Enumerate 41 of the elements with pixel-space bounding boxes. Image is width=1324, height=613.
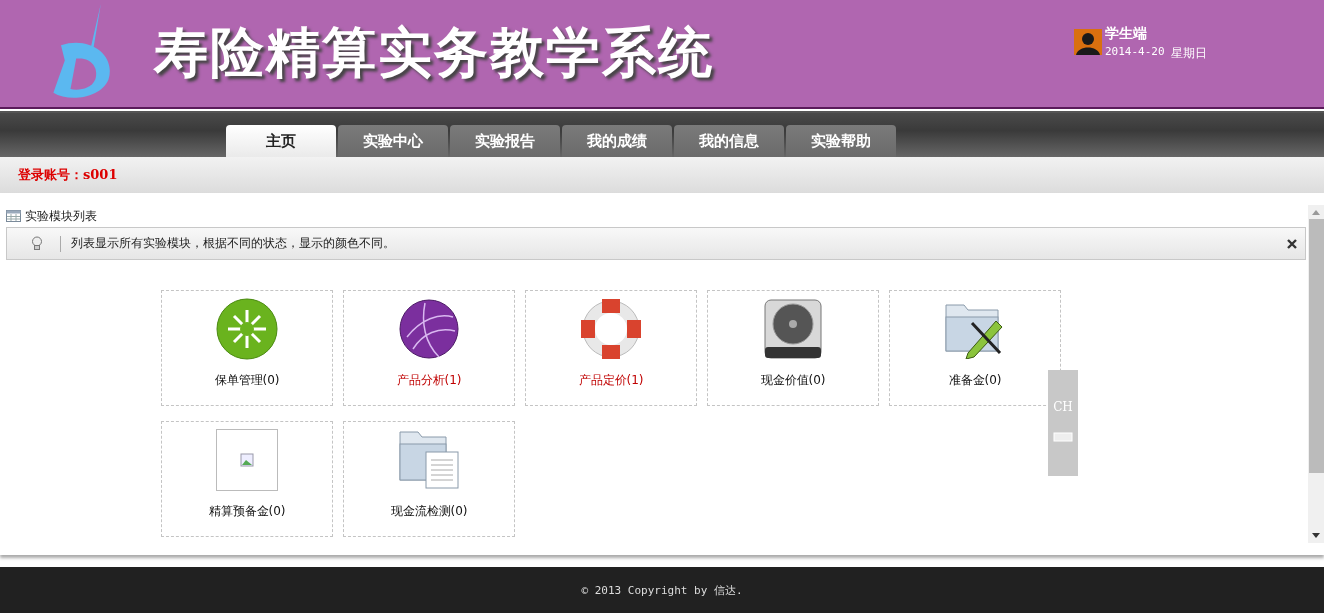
globe-orb-icon: [399, 299, 459, 359]
panel-title: 实验模块列表: [25, 207, 97, 225]
keyboard-icon[interactable]: [1053, 430, 1073, 442]
nav-tab[interactable]: 实验帮助: [786, 125, 896, 157]
nav-tab[interactable]: 实验中心: [338, 125, 448, 157]
module-label: 保单管理(0): [214, 372, 280, 389]
module-tile[interactable]: 产品定价(1): [525, 290, 697, 406]
app-title: 寿险精算实务教学系统: [154, 19, 714, 86]
broken-image-icon: [216, 429, 278, 491]
nav-tab[interactable]: 实验报告: [450, 125, 560, 157]
scroll-up-icon[interactable]: [1312, 209, 1320, 215]
module-tile[interactable]: 现金流检测(0): [343, 421, 515, 537]
scroll-down-icon[interactable]: [1312, 533, 1320, 539]
nav-tab[interactable]: 主页: [226, 125, 336, 157]
user-role: 学生端: [1105, 25, 1148, 43]
weekday-text: 星期日: [1170, 45, 1207, 62]
module-label: 产品定价(1): [578, 372, 644, 389]
hard-drive-icon: [764, 299, 822, 359]
notice-text: 列表显示所有实验模块，根据不同的状态，显示的颜色不同。: [71, 235, 395, 252]
table-icon: [6, 210, 21, 222]
avatar-icon: [1074, 29, 1102, 55]
module-label: 产品分析(1): [396, 372, 462, 389]
scrollbar[interactable]: [1308, 205, 1324, 543]
module-tile[interactable]: 精算预备金(0): [161, 421, 333, 537]
module-tile[interactable]: 保单管理(0): [161, 290, 333, 406]
login-account: 登录账号：s001: [18, 166, 118, 184]
lightbulb-icon: [31, 236, 43, 251]
nav-tab[interactable]: 我的信息: [674, 125, 784, 157]
module-tile[interactable]: 产品分析(1): [343, 290, 515, 406]
copyright-text: © 2013 Copyright by 信达.: [581, 582, 743, 598]
date-text: 2014-4-20: [1105, 45, 1165, 60]
module-tile[interactable]: 现金价值(0): [707, 290, 879, 406]
nav-tab[interactable]: 我的成绩: [562, 125, 672, 157]
asterisk-orb-icon: [216, 298, 278, 360]
folder-document-icon: [398, 430, 460, 490]
module-label: 精算预备金(0): [208, 503, 286, 520]
module-label: 现金价值(0): [760, 372, 826, 389]
module-label: 现金流检测(0): [390, 503, 468, 520]
module-label: 准备金(0): [948, 372, 1002, 389]
lifebuoy-icon: [580, 298, 642, 360]
close-button[interactable]: [1285, 236, 1299, 251]
